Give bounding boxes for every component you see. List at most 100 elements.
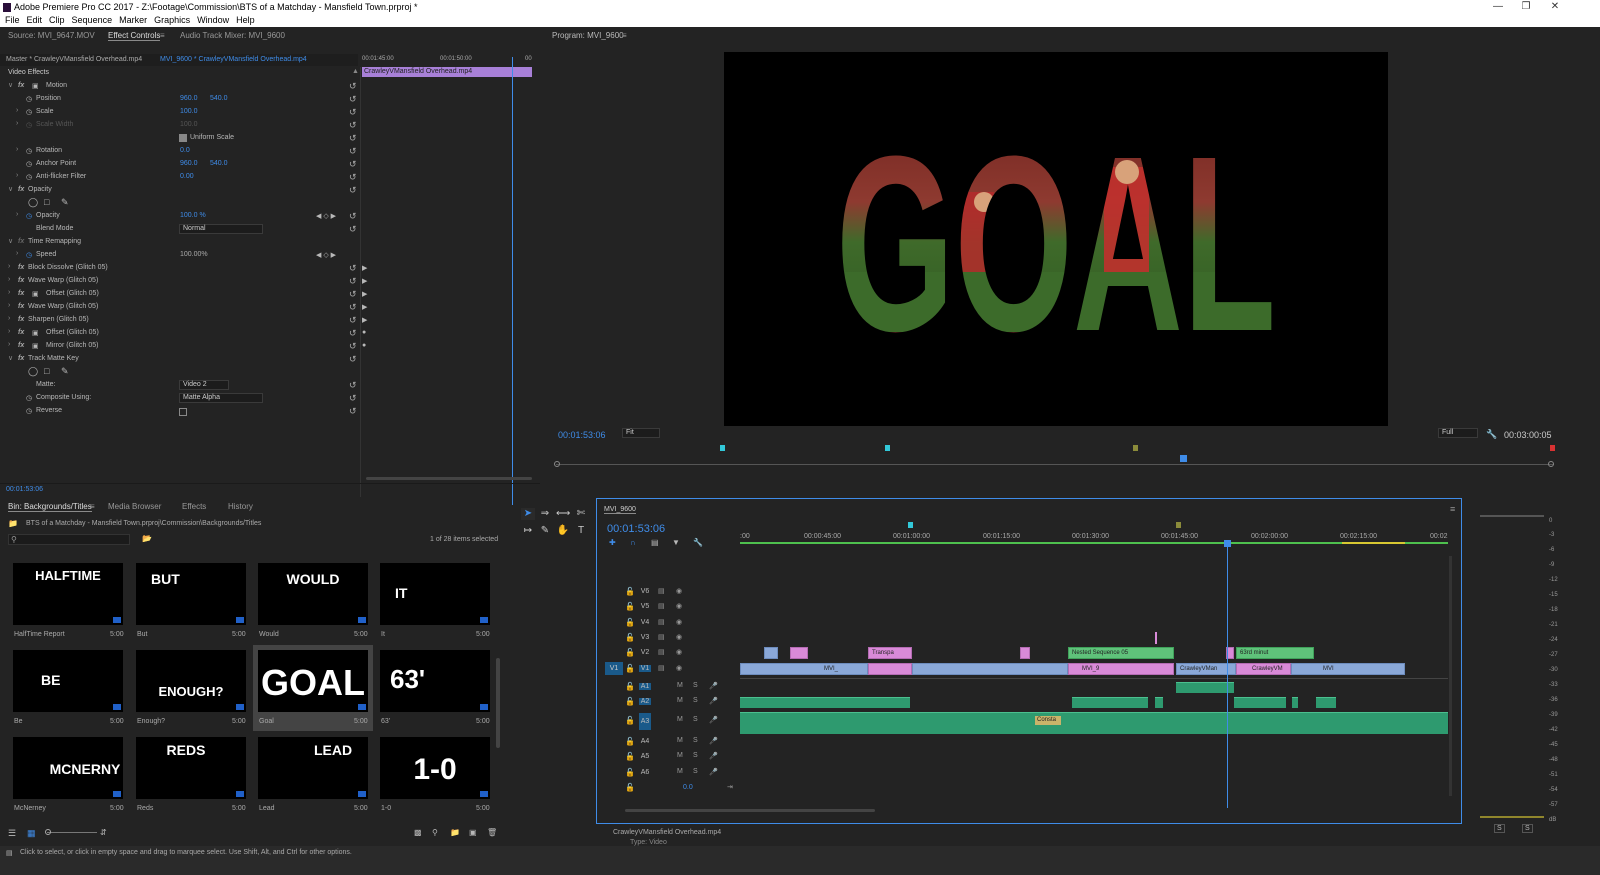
v1-clip-mvi[interactable]: MVI_ bbox=[740, 663, 868, 675]
v1-clip[interactable] bbox=[868, 663, 912, 675]
solo-left-button[interactable]: S bbox=[1494, 824, 1505, 833]
marker-icon[interactable] bbox=[1176, 522, 1181, 528]
ellipse-mask-icon[interactable]: ◯ bbox=[28, 366, 38, 377]
lock-icon[interactable]: 🔓 bbox=[625, 783, 635, 792]
v2-clip[interactable] bbox=[764, 647, 778, 659]
rectangle-mask-icon[interactable]: □ bbox=[44, 197, 49, 207]
tab-media-browser[interactable]: Media Browser bbox=[108, 502, 161, 511]
mini-playhead[interactable] bbox=[512, 57, 513, 505]
pen-mask-icon[interactable]: ✎ bbox=[61, 197, 69, 208]
v2-clip-transpa[interactable]: Transpa bbox=[868, 647, 912, 659]
solo-button[interactable]: S bbox=[693, 716, 698, 723]
a2-audio-clip[interactable] bbox=[1292, 697, 1298, 708]
glitch-effect[interactable]: › fx Wave Warp (Glitch 05) ↺ ▶ bbox=[0, 275, 367, 288]
program-video-frame[interactable]: GOAL bbox=[724, 52, 1388, 426]
linked-selection-icon[interactable]: ▤ bbox=[651, 538, 659, 547]
menu-window[interactable]: Window bbox=[197, 15, 229, 25]
sort-icon[interactable]: ⇵ bbox=[100, 828, 107, 837]
close-icon[interactable]: ✕ bbox=[1540, 0, 1570, 15]
reset-icon[interactable]: ↺ bbox=[349, 289, 357, 300]
program-scrubber[interactable] bbox=[556, 464, 1554, 465]
microphone-icon[interactable]: 🎤 bbox=[709, 752, 718, 760]
tab-sequence[interactable]: MVI_9600 bbox=[604, 506, 636, 514]
anchor-y-value[interactable]: 540.0 bbox=[210, 160, 228, 167]
track-select-icon[interactable]: ⇒ bbox=[538, 508, 552, 519]
menu-help[interactable]: Help bbox=[236, 15, 255, 25]
snap-icon[interactable]: ∩ bbox=[630, 538, 636, 547]
opacity-effect[interactable]: ∨ fx Opacity ↺ bbox=[0, 184, 360, 197]
v2-clip-nested[interactable]: Nested Sequence 05 bbox=[1068, 647, 1174, 659]
thumb-would[interactable]: WOULD bbox=[258, 563, 368, 625]
glitch-effect[interactable]: › fx ▣ Mirror (Glitch 05) ↺ ● bbox=[0, 340, 366, 353]
panel-menu-icon[interactable]: ≡ bbox=[1450, 504, 1455, 514]
reset-icon[interactable]: ↺ bbox=[349, 224, 357, 235]
glitch-effect[interactable]: › fx ▣ Offset (Glitch 05) ↺ ▶ bbox=[0, 288, 367, 301]
menu-graphics[interactable]: Graphics bbox=[154, 15, 190, 25]
reset-icon[interactable]: ↺ bbox=[349, 172, 357, 183]
razor-tool-icon[interactable]: ✄ bbox=[574, 508, 588, 519]
tab-effects[interactable]: Effects bbox=[182, 502, 206, 511]
keyframe-nav-icon[interactable]: ◀ ◇ ▶ bbox=[316, 212, 336, 220]
position-x-value[interactable]: 960.0 bbox=[180, 95, 198, 102]
a2-audio-clip[interactable] bbox=[1155, 697, 1163, 708]
program-playhead-handle[interactable] bbox=[1180, 455, 1187, 462]
tab-source[interactable]: Source: MVI_9647.MOV bbox=[8, 31, 95, 40]
thumb-goal[interactable]: GOAL bbox=[258, 650, 368, 712]
solo-button[interactable]: S bbox=[693, 682, 698, 689]
panel-menu-icon[interactable]: ≡ bbox=[160, 31, 165, 40]
slip-tool-icon[interactable]: ↦ bbox=[521, 525, 535, 536]
mute-button[interactable]: M bbox=[677, 768, 683, 775]
timeline-playhead-line[interactable] bbox=[1227, 546, 1228, 808]
menu-marker[interactable]: Marker bbox=[119, 15, 147, 25]
sync-lock-icon[interactable]: ▤ bbox=[658, 618, 665, 626]
glitch-effect[interactable]: › fx ▣ Offset (Glitch 05) ↺ ● bbox=[0, 327, 366, 340]
wrench-icon[interactable]: 🔧 bbox=[1486, 429, 1497, 440]
menu-clip[interactable]: Clip bbox=[49, 15, 65, 25]
position-y-value[interactable]: 540.0 bbox=[210, 95, 228, 102]
tab-audio-mixer[interactable]: Audio Track Mixer: MVI_9600 bbox=[180, 31, 285, 40]
stopwatch-icon[interactable]: ◷ bbox=[26, 212, 32, 220]
reset-icon[interactable]: ↺ bbox=[349, 341, 357, 352]
reset-icon[interactable]: ↺ bbox=[349, 185, 357, 196]
zoom-handle-right[interactable] bbox=[1548, 461, 1554, 467]
microphone-icon[interactable]: 🎤 bbox=[709, 737, 718, 745]
solo-button[interactable]: S bbox=[693, 737, 698, 744]
microphone-icon[interactable]: 🎤 bbox=[709, 682, 718, 690]
reverse-checkbox[interactable] bbox=[179, 408, 187, 416]
thumbnail-size-slider[interactable] bbox=[47, 832, 97, 833]
trash-icon[interactable]: 🗑 bbox=[487, 828, 497, 837]
lock-icon[interactable]: 🔓 bbox=[625, 752, 635, 761]
lock-icon[interactable]: 🔓 bbox=[625, 602, 635, 611]
timeline-zoom-scrollbar[interactable] bbox=[625, 809, 875, 812]
menu-file[interactable]: File bbox=[5, 15, 20, 25]
reset-icon[interactable]: ↺ bbox=[349, 133, 357, 144]
a2-audio-clip[interactable] bbox=[1072, 697, 1148, 708]
lock-icon[interactable]: 🔓 bbox=[625, 633, 635, 642]
reset-icon[interactable]: ↺ bbox=[349, 328, 357, 339]
a2-audio-clip[interactable] bbox=[1234, 697, 1286, 708]
mute-button[interactable]: M bbox=[677, 752, 683, 759]
speed-value[interactable]: 100.00% bbox=[180, 251, 208, 258]
mini-timeline-clip[interactable]: CrawleyVMansfield Overhead.mp4 bbox=[362, 67, 532, 77]
v3-clip[interactable] bbox=[1155, 632, 1157, 644]
marker-icon[interactable] bbox=[1133, 445, 1138, 451]
reset-icon[interactable]: ↺ bbox=[349, 315, 357, 326]
ellipse-mask-icon[interactable]: ◯ bbox=[28, 197, 38, 208]
sync-lock-icon[interactable]: ▤ bbox=[658, 664, 665, 672]
lock-icon[interactable]: 🔓 bbox=[625, 697, 635, 706]
sync-lock-icon[interactable]: ▤ bbox=[658, 648, 665, 656]
tab-bin[interactable]: Bin: Backgrounds/Titles bbox=[8, 502, 92, 512]
thumb-lead[interactable]: LEAD bbox=[258, 737, 368, 799]
menu-edit[interactable]: Edit bbox=[27, 15, 43, 25]
type-tool-icon[interactable]: T bbox=[574, 525, 588, 536]
glitch-effect[interactable]: › fx Sharpen (Glitch 05) ↺ ▶ bbox=[0, 314, 367, 327]
hand-tool-icon[interactable]: ✋ bbox=[556, 525, 570, 536]
glitch-effect[interactable]: › fx Wave Warp (Glitch 05) ↺ ▶ bbox=[0, 301, 367, 314]
selection-tool-icon[interactable]: ➤ bbox=[521, 508, 535, 519]
v1-clip-crawley-b[interactable]: CrawleyVM bbox=[1236, 663, 1291, 675]
motion-effect[interactable]: ∨ fx ▣ Motion ↺ bbox=[0, 80, 360, 93]
keyframe-nav-icon[interactable]: ◀ ◇ ▶ bbox=[316, 251, 336, 259]
thumb-enough[interactable]: ENOUGH? bbox=[136, 650, 246, 712]
pen-mask-icon[interactable]: ✎ bbox=[61, 366, 69, 377]
thumb-be[interactable]: BE bbox=[13, 650, 123, 712]
